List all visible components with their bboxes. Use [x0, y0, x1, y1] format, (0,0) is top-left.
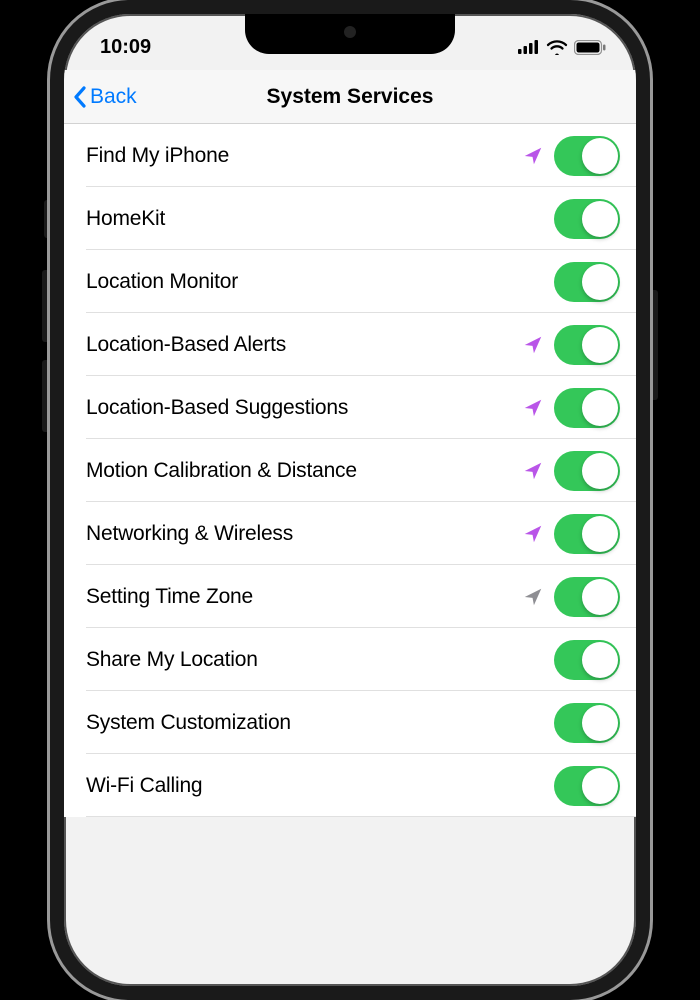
power-button[interactable]	[649, 290, 658, 400]
location-arrow-icon	[518, 334, 548, 356]
row-label: Motion Calibration & Distance	[86, 459, 518, 483]
toggle-knob	[582, 705, 618, 741]
toggle-knob	[582, 264, 618, 300]
row-label: Find My iPhone	[86, 144, 518, 168]
location-arrow-icon	[518, 460, 548, 482]
status-time: 10:09	[100, 36, 151, 59]
settings-row: Location Monitor	[64, 250, 636, 313]
settings-row: Networking & Wireless	[64, 502, 636, 565]
toggle-switch[interactable]	[554, 703, 620, 743]
toggle-switch[interactable]	[554, 577, 620, 617]
nav-bar: Back System Services	[64, 70, 636, 124]
toggle-switch[interactable]	[554, 766, 620, 806]
settings-row: HomeKit	[64, 187, 636, 250]
settings-row: Location-Based Alerts	[64, 313, 636, 376]
back-button[interactable]: Back	[72, 85, 137, 109]
toggle-knob	[582, 642, 618, 678]
toggle-switch[interactable]	[554, 262, 620, 302]
settings-row: System Customization	[64, 691, 636, 754]
battery-icon	[574, 40, 606, 55]
settings-row: Wi-Fi Calling	[64, 754, 636, 817]
toggle-knob	[582, 138, 618, 174]
location-arrow-icon	[518, 145, 548, 167]
toggle-switch[interactable]	[554, 640, 620, 680]
settings-list[interactable]: Find My iPhone HomeKit Location Monitor Loc…	[64, 124, 636, 817]
settings-row: Setting Time Zone	[64, 565, 636, 628]
row-label: System Customization	[86, 711, 518, 735]
settings-row: Motion Calibration & Distance	[64, 439, 636, 502]
page-title: System Services	[267, 85, 434, 109]
phone-frame: 10:09	[50, 0, 650, 1000]
toggle-switch[interactable]	[554, 325, 620, 365]
chevron-left-icon	[72, 85, 88, 109]
toggle-knob	[582, 516, 618, 552]
location-arrow-icon	[518, 523, 548, 545]
toggle-knob	[582, 327, 618, 363]
location-arrow-icon	[518, 397, 548, 419]
wifi-icon	[546, 39, 568, 55]
row-label: Location Monitor	[86, 270, 518, 294]
toggle-switch[interactable]	[554, 136, 620, 176]
notch	[245, 12, 455, 54]
row-label: Wi-Fi Calling	[86, 774, 518, 798]
toggle-knob	[582, 390, 618, 426]
back-label: Back	[90, 85, 137, 109]
toggle-knob	[582, 579, 618, 615]
row-label: Networking & Wireless	[86, 522, 518, 546]
toggle-knob	[582, 453, 618, 489]
settings-row: Share My Location	[64, 628, 636, 691]
row-label: Location-Based Suggestions	[86, 396, 518, 420]
toggle-knob	[582, 768, 618, 804]
toggle-switch[interactable]	[554, 388, 620, 428]
settings-row: Find My iPhone	[64, 124, 636, 187]
toggle-switch[interactable]	[554, 199, 620, 239]
row-label: Location-Based Alerts	[86, 333, 518, 357]
row-label: Setting Time Zone	[86, 585, 518, 609]
cellular-icon	[518, 40, 540, 54]
row-label: HomeKit	[86, 207, 518, 231]
row-label: Share My Location	[86, 648, 518, 672]
toggle-switch[interactable]	[554, 514, 620, 554]
toggle-knob	[582, 201, 618, 237]
settings-row: Location-Based Suggestions	[64, 376, 636, 439]
status-indicators	[518, 39, 606, 55]
toggle-switch[interactable]	[554, 451, 620, 491]
location-arrow-icon	[518, 586, 548, 608]
